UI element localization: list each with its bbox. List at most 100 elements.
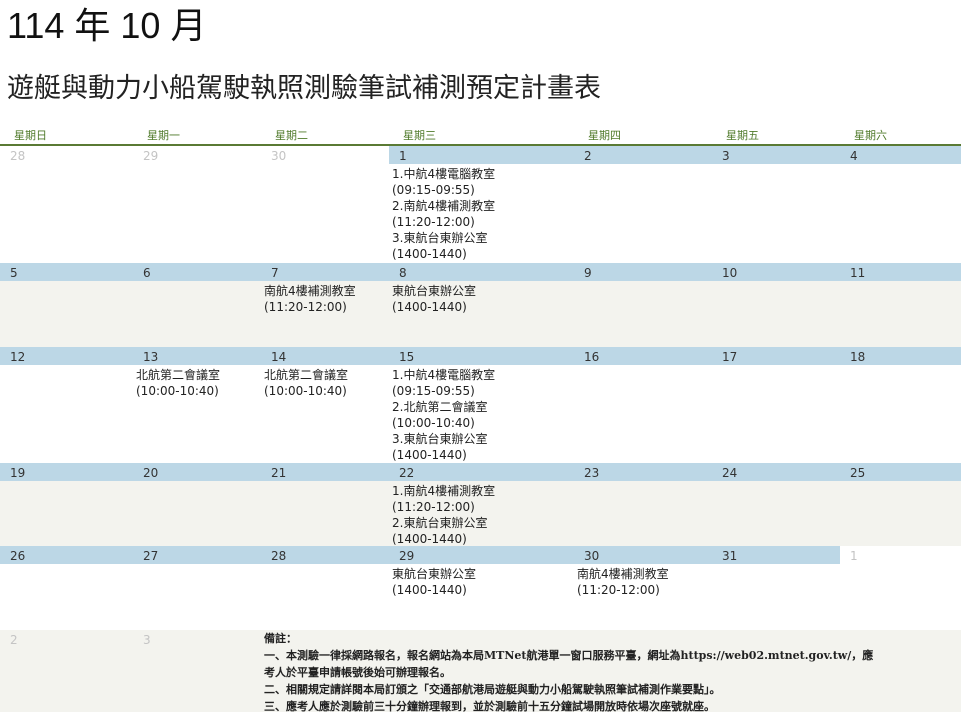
day-header: 4: [840, 146, 961, 164]
day-number: 7: [271, 266, 279, 280]
calendar-day-cell[interactable]: 18: [840, 347, 961, 463]
calendar-day-cell[interactable]: 1: [840, 546, 961, 630]
day-header: 9: [574, 263, 712, 281]
calendar-day-cell[interactable]: 5: [0, 263, 133, 347]
day-number: 29: [143, 149, 159, 163]
calendar-day-cell[interactable]: 1 1.中航4樓電腦教室 (09:15-09:55) 2.南航4樓補測教室 (11:20…: [389, 146, 574, 263]
event-entry[interactable]: 東航台東辦公室 (1400-1440): [392, 566, 476, 598]
calendar-day-cell[interactable]: 3: [133, 630, 261, 712]
event-entry[interactable]: 南航4樓補測教室 (11:20-12:00): [264, 283, 356, 315]
calendar-day-cell[interactable]: 2: [574, 146, 712, 263]
day-body: [261, 164, 389, 263]
day-number: 28: [271, 549, 287, 563]
calendar-day-cell[interactable]: 7 南航4樓補測教室 (11:20-12:00): [261, 263, 389, 347]
calendar-day-cell[interactable]: 16: [574, 347, 712, 463]
day-header: 15: [389, 347, 574, 365]
event-line: (1400-1440): [392, 247, 467, 261]
calendar-day-cell[interactable]: 29 東航台東辦公室 (1400-1440): [389, 546, 574, 630]
weekday-label: 星期三: [403, 129, 436, 142]
calendar-week: 28 29 30 1 1.中航4樓電腦教室 (09:15-09:55) 2.南航4樓補測教室…: [0, 146, 961, 263]
day-body: [133, 281, 261, 347]
day-body: [840, 365, 961, 463]
calendar-day-cell[interactable]: 28: [0, 146, 133, 263]
calendar-day-cell[interactable]: 28: [261, 546, 389, 630]
calendar-day-cell[interactable]: 19: [0, 463, 133, 546]
calendar-day-cell[interactable]: 27: [133, 546, 261, 630]
calendar-day-cell[interactable]: 11: [840, 263, 961, 347]
calendar-day-cell[interactable]: 26: [0, 546, 133, 630]
calendar-day-cell[interactable]: 15 1.中航4樓電腦教室 (09:15-09:55) 2.北航第二會議室 (10:00…: [389, 347, 574, 463]
day-header: 22: [389, 463, 574, 481]
day-number: 28: [10, 149, 26, 163]
calendar-day-cell[interactable]: 8 東航台東辦公室 (1400-1440): [389, 263, 574, 347]
day-header: 27: [133, 546, 261, 564]
calendar-day-cell[interactable]: 14 北航第二會議室 (10:00-10:40): [261, 347, 389, 463]
event-line: (09:15-09:55): [392, 384, 475, 398]
calendar-day-cell[interactable]: 30 南航4樓補測教室 (11:20-12:00): [574, 546, 712, 630]
day-header: 25: [840, 463, 961, 481]
day-header: 23: [574, 463, 712, 481]
calendar-day-cell[interactable]: 20: [133, 463, 261, 546]
calendar-day-cell[interactable]: 9: [574, 263, 712, 347]
day-number: 15: [399, 350, 415, 364]
day-number: 27: [143, 549, 159, 563]
event-line: 南航4樓補測教室: [264, 284, 356, 298]
event-entry[interactable]: 1.中航4樓電腦教室 (09:15-09:55) 2.南航4樓補測教室 (11:20-…: [392, 166, 495, 262]
calendar-day-cell[interactable]: 23: [574, 463, 712, 546]
calendar-day-cell[interactable]: 12: [0, 347, 133, 463]
event-entry[interactable]: 北航第二會議室 (10:00-10:40): [136, 367, 220, 399]
day-number: 16: [584, 350, 600, 364]
day-header: 19: [0, 463, 133, 481]
event-line: 北航第二會議室: [264, 368, 349, 382]
event-line: (11:20-12:00): [392, 215, 475, 229]
calendar-day-cell[interactable]: 21: [261, 463, 389, 546]
calendar-week: 19 20 21 22 1.南航4樓補測教室 (11:20-12:00) 2.東航台東辦公室…: [0, 463, 961, 546]
calendar-day-cell[interactable]: 10: [712, 263, 840, 347]
event-entry[interactable]: 北航第二會議室 (10:00-10:40): [264, 367, 348, 399]
event-line: 3.東航台東辦公室: [392, 432, 488, 446]
calendar-week: 5 6 7 南航4樓補測教室 (11:20-12:00) 8 東航台東辦公室 (1400-14…: [0, 263, 961, 347]
event-entry[interactable]: 1.南航4樓補測教室 (11:20-12:00) 2.東航台東辦公室 (1400-14…: [392, 483, 495, 547]
calendar-day-cell[interactable]: 31: [712, 546, 840, 630]
event-line: 2.東航台東辦公室: [392, 516, 488, 530]
day-header: 17: [712, 347, 840, 365]
calendar-day-cell[interactable]: 6: [133, 263, 261, 347]
day-header: 7: [261, 263, 389, 281]
calendar-day-cell[interactable]: 25: [840, 463, 961, 546]
calendar-day-cell[interactable]: 17: [712, 347, 840, 463]
calendar-day-cell[interactable]: 2: [0, 630, 133, 712]
month-title: 114 年 10 月: [7, 5, 207, 46]
calendar-day-cell[interactable]: 29: [133, 146, 261, 263]
day-body: [0, 164, 133, 263]
day-header: 5: [0, 263, 133, 281]
event-line: (11:20-12:00): [577, 583, 660, 597]
day-number: 10: [722, 266, 738, 280]
day-body: [712, 481, 840, 546]
event-line: 3.東航台東辦公室: [392, 231, 488, 245]
day-number: 29: [399, 549, 415, 563]
day-body: 1.南航4樓補測教室 (11:20-12:00) 2.東航台東辦公室 (1400-14…: [389, 481, 574, 546]
day-header: 10: [712, 263, 840, 281]
calendar-day-cell[interactable]: 24: [712, 463, 840, 546]
document-title: 遊艇與動力小船駕駛執照測驗筆試補測預定計畫表: [7, 73, 601, 104]
day-body: [0, 281, 133, 347]
weekday-label: 星期五: [726, 129, 759, 142]
event-entry[interactable]: 東航台東辦公室 (1400-1440): [392, 283, 476, 315]
notes-line: 三、應考人應於測驗前三十分鐘辦理報到，並於測驗前十五分鐘試場開放時依場次座號就座…: [264, 700, 715, 713]
calendar-day-cell[interactable]: 22 1.南航4樓補測教室 (11:20-12:00) 2.東航台東辦公室 (1400-…: [389, 463, 574, 546]
day-header: 30: [261, 146, 389, 164]
day-number: 1: [850, 549, 858, 563]
event-line: (10:00-10:40): [264, 384, 347, 398]
notes-line: 一、本測驗一律採網路報名，報名網站為本局MTNet航港單一窗口服務平臺，網址為h…: [264, 649, 874, 662]
calendar-day-cell[interactable]: 13 北航第二會議室 (10:00-10:40): [133, 347, 261, 463]
event-entry[interactable]: 南航4樓補測教室 (11:20-12:00): [577, 566, 669, 598]
event-entry[interactable]: 1.中航4樓電腦教室 (09:15-09:55) 2.北航第二會議室 (10:00-1…: [392, 367, 495, 463]
calendar-day-cell[interactable]: 3: [712, 146, 840, 263]
calendar-day-cell[interactable]: 30: [261, 146, 389, 263]
day-number: 2: [584, 149, 592, 163]
day-number: 2: [10, 633, 18, 647]
event-line: 1.南航4樓補測教室: [392, 484, 496, 498]
weekday-label: 星期二: [275, 129, 308, 142]
day-number: 20: [143, 466, 159, 480]
calendar-day-cell[interactable]: 4: [840, 146, 961, 263]
